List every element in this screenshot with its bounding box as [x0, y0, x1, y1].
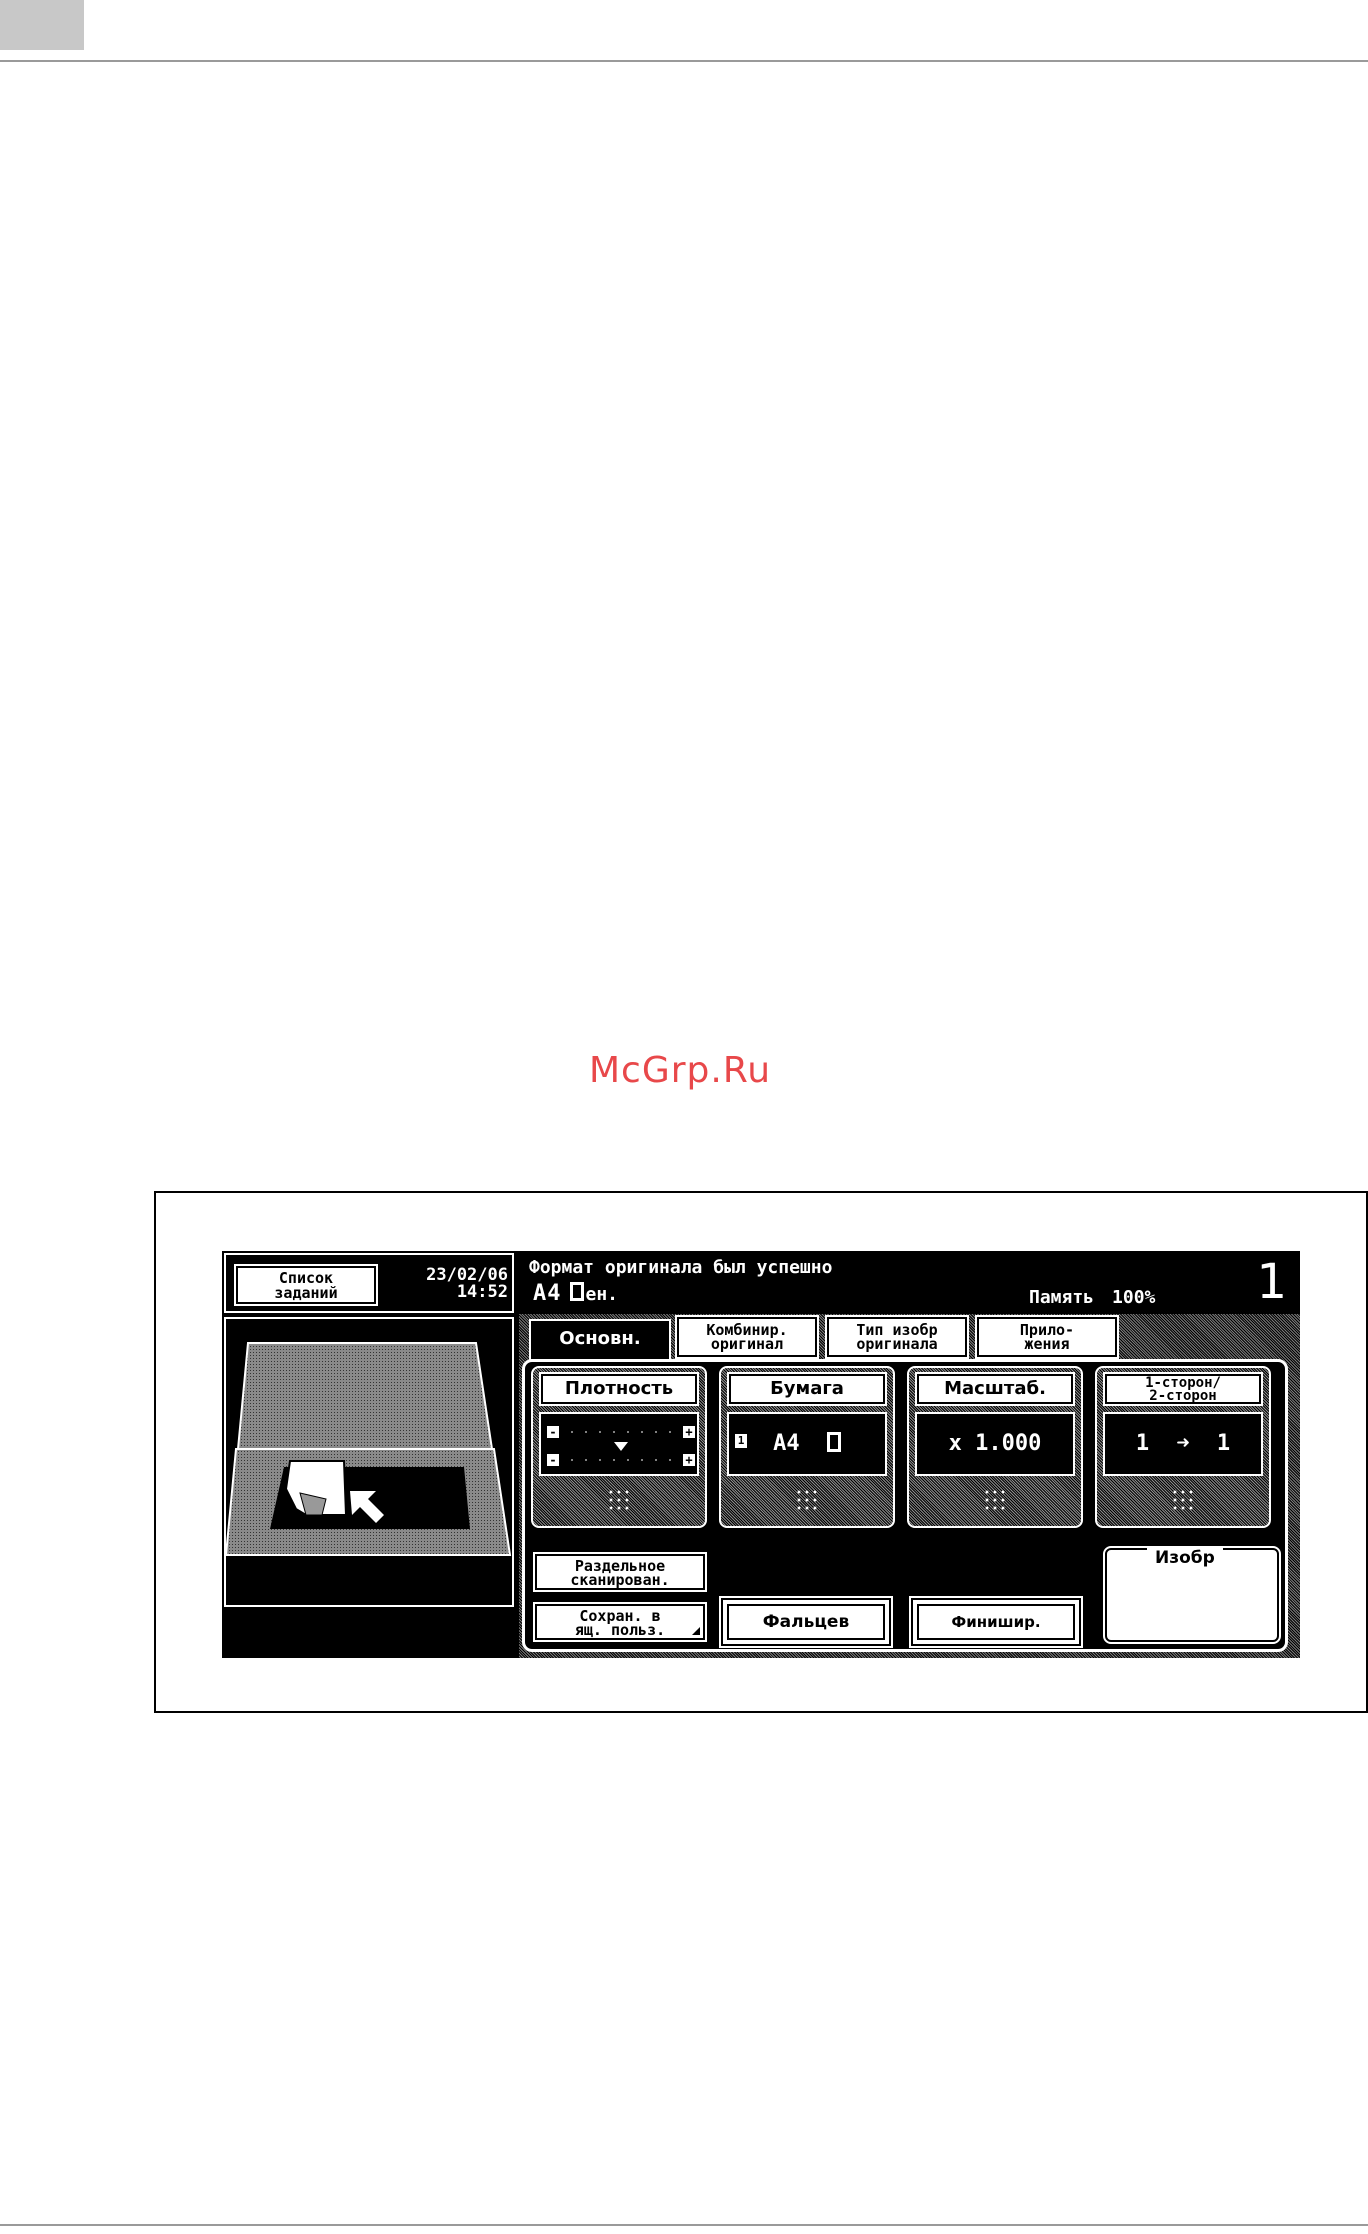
density-dots	[565, 1458, 677, 1462]
tab-original-image-type[interactable]: Тип изобр оригинала	[825, 1315, 969, 1359]
paper-function[interactable]: Бумага 1 A4	[719, 1366, 895, 1528]
memory-value: 100%	[1112, 1287, 1156, 1308]
original-size: A4 ен.	[533, 1281, 618, 1306]
grip-dots-icon	[983, 1488, 1007, 1510]
scanner-preview-illustration	[224, 1317, 514, 1607]
left-column: Список заданий 23/02/06 14:52	[222, 1251, 516, 1658]
density-dots	[565, 1430, 677, 1434]
paper-label: Бумага	[727, 1372, 887, 1406]
density-scale[interactable]: - + - +	[539, 1412, 699, 1476]
paper-size-value: A4	[773, 1431, 800, 1456]
grip-dots-icon	[607, 1488, 631, 1510]
density-minus-icon: -	[547, 1426, 559, 1438]
portrait-sheet-icon	[826, 1432, 841, 1452]
status-bar: Формат оригинала был успешно A4 ен. Памят…	[519, 1251, 1300, 1314]
paper-value-display[interactable]: 1 A4	[727, 1412, 887, 1476]
memory-indicator: Память 100%	[1029, 1287, 1155, 1308]
density-label: Плотность	[539, 1372, 699, 1406]
scanner-glass-icon	[224, 1342, 512, 1556]
right-column: Формат оригинала был успешно A4 ен. Памят…	[519, 1251, 1300, 1658]
grip-dots-icon	[1171, 1488, 1195, 1510]
copier-control-panel: Список заданий 23/02/06 14:52 Формат ори…	[222, 1251, 1300, 1658]
portrait-sheet-icon	[569, 1282, 584, 1301]
density-plus-icon: +	[683, 1426, 695, 1438]
image-preview-box: Изобр	[1103, 1546, 1281, 1644]
zoom-value[interactable]: x 1.000	[915, 1412, 1075, 1476]
date-time: 23/02/06 14:52	[386, 1267, 508, 1301]
basic-settings-area: Плотность - + - + Бумага 1 A4 Масштаб. x…	[522, 1359, 1288, 1652]
status-message: Формат оригинала был успешно	[529, 1257, 833, 1278]
zoom-label: Масштаб.	[915, 1372, 1075, 1406]
footer-rule	[0, 2224, 1368, 2226]
zoom-function[interactable]: Масштаб. x 1.000	[907, 1366, 1083, 1528]
save-to-user-box-button[interactable]: Сохран. в ящ. польз.	[533, 1602, 707, 1642]
image-box-title: Изобр	[1147, 1548, 1223, 1568]
density-row-bottom: - +	[547, 1452, 695, 1468]
density-function[interactable]: Плотность - + - +	[531, 1366, 707, 1528]
header-rule	[0, 60, 1368, 62]
duplex-function[interactable]: 1-сторон/ 2-сторон 1 ➜ 1	[1095, 1366, 1271, 1528]
tab-combine-original[interactable]: Комбинир. оригинал	[675, 1315, 819, 1359]
density-minus-icon: -	[547, 1454, 559, 1466]
density-row-top: - +	[547, 1424, 695, 1440]
separate-scan-button[interactable]: Раздельное сканирован.	[533, 1552, 707, 1592]
tab-basic[interactable]: Основн.	[529, 1319, 671, 1365]
density-plus-icon: +	[683, 1454, 695, 1466]
grip-dots-icon	[795, 1488, 819, 1510]
watermark-text: McGrp.Ru	[588, 1050, 772, 1091]
original-size-value: A4	[533, 1281, 562, 1306]
memory-label: Память	[1029, 1287, 1095, 1308]
duplex-label: 1-сторон/ 2-сторон	[1103, 1372, 1263, 1406]
fold-button[interactable]: Фальцев	[719, 1596, 893, 1648]
time-text: 14:52	[456, 1282, 508, 1302]
arrow-right-icon: ➜	[1176, 1431, 1190, 1456]
job-list-button[interactable]: Список заданий	[234, 1264, 378, 1306]
density-marker-icon	[614, 1442, 628, 1451]
original-orientation: ен.	[585, 1284, 619, 1305]
duplex-value[interactable]: 1 ➜ 1	[1103, 1412, 1263, 1476]
copy-count: 1	[1256, 1254, 1287, 1310]
finishing-button[interactable]: Финишир.	[909, 1596, 1083, 1648]
job-header: Список заданий 23/02/06 14:52	[224, 1253, 514, 1313]
tab-applications[interactable]: Прило- жения	[975, 1315, 1119, 1359]
corner-triangle-icon	[692, 1627, 700, 1635]
tray-number-badge: 1	[735, 1434, 747, 1448]
page-corner-tab	[0, 0, 84, 50]
